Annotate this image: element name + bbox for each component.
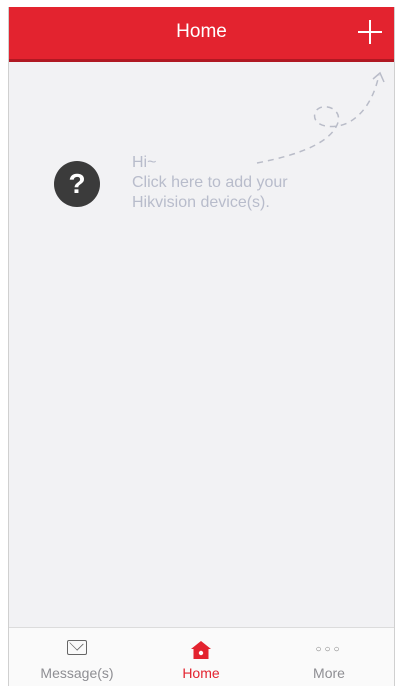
add-device-button[interactable] <box>358 20 382 44</box>
more-icon: ○○○ <box>315 644 343 655</box>
app-frame: Home ? Hi~ Click here to add your Hikvis… <box>8 7 395 686</box>
tab-home[interactable]: Home <box>146 628 256 686</box>
tab-bar: Message(s) Home ○○○ More <box>9 627 394 686</box>
tab-more-label: More <box>313 665 345 681</box>
tab-messages-label: Message(s) <box>40 665 114 681</box>
hint-line-2: Hikvision device(s). <box>132 194 270 211</box>
page-title: Home <box>176 21 227 42</box>
tab-more[interactable]: ○○○ More <box>274 628 384 686</box>
help-icon[interactable]: ? <box>54 161 100 207</box>
hint-line-1: Click here to add your <box>132 174 288 191</box>
message-icon <box>67 640 87 655</box>
tab-messages[interactable]: Message(s) <box>22 628 132 686</box>
top-bar: Home <box>9 7 394 62</box>
add-device-hint[interactable]: Hi~ Click here to add your Hikvision dev… <box>132 153 288 213</box>
hint-greeting: Hi~ <box>132 154 157 171</box>
home-icon <box>191 641 211 659</box>
tab-home-label: Home <box>182 665 220 681</box>
